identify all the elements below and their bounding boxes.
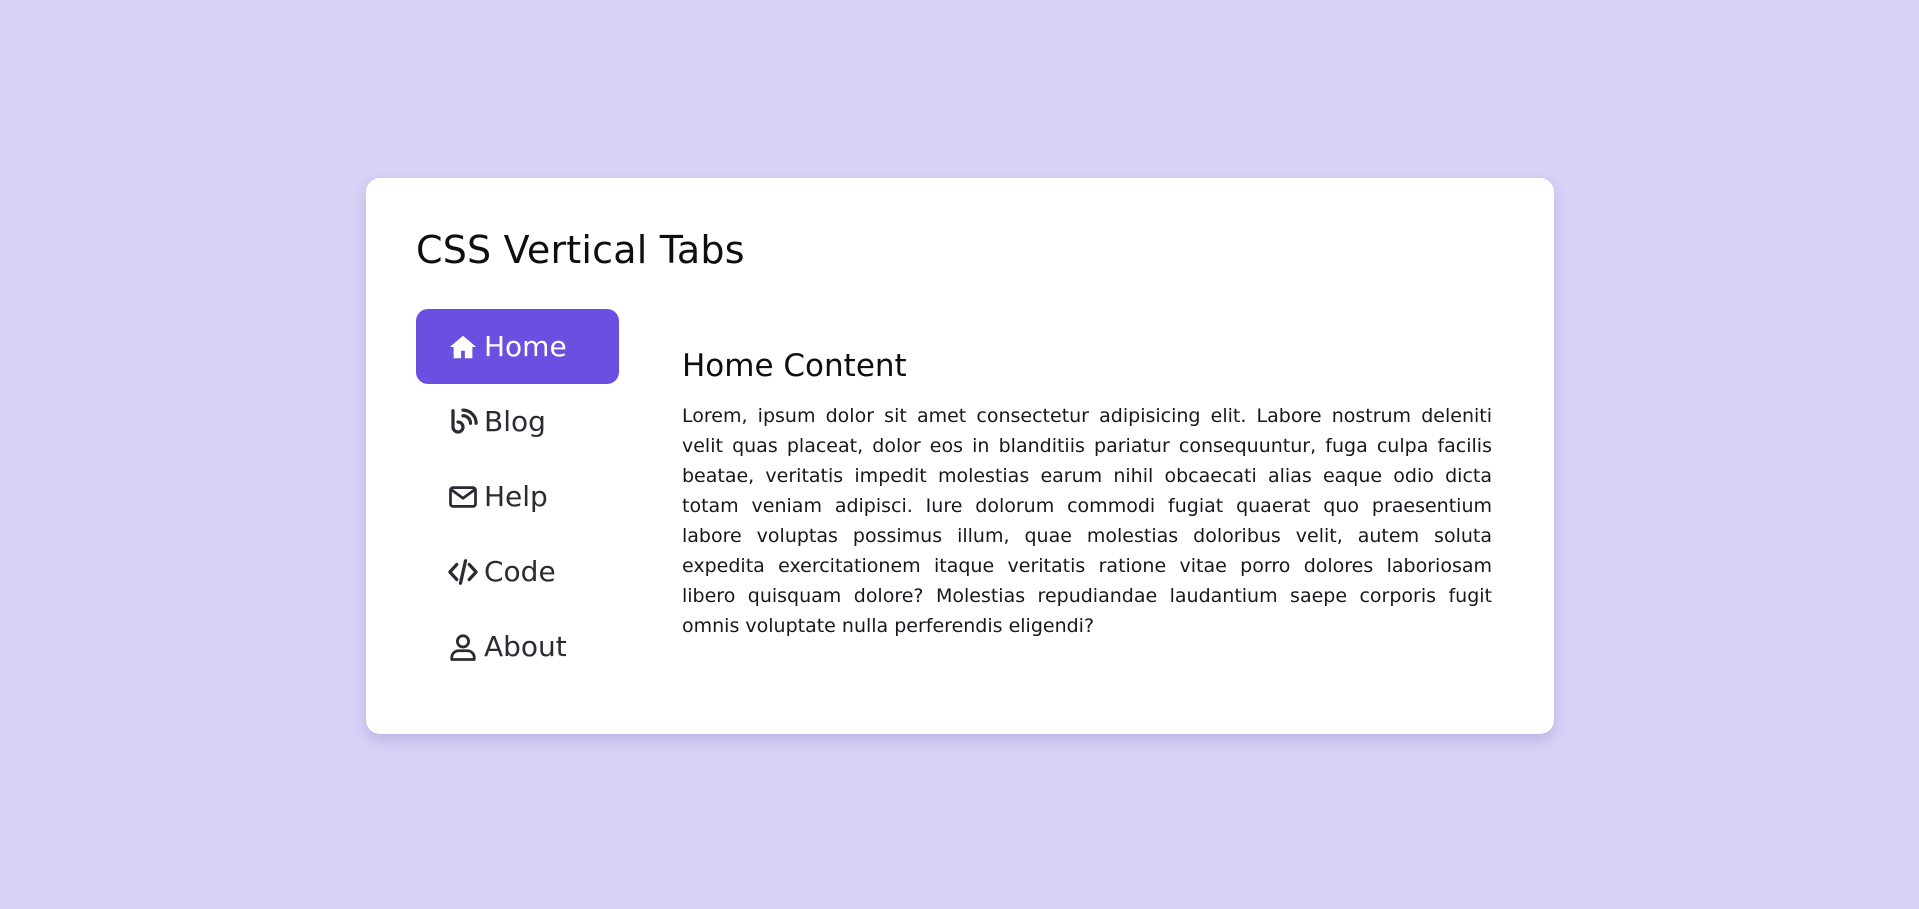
tab-content-panel: Home Content Lorem, ipsum dolor sit amet… — [682, 348, 1492, 641]
tab-label: About — [484, 629, 567, 663]
tab-help[interactable]: Help — [416, 459, 619, 534]
tab-label: Code — [484, 554, 556, 588]
tab-about[interactable]: About — [416, 609, 619, 684]
tab-label: Blog — [484, 404, 546, 438]
page-title: CSS Vertical Tabs — [416, 228, 745, 272]
code-icon — [446, 555, 480, 589]
tab-label: Help — [484, 479, 548, 513]
tab-code[interactable]: Code — [416, 534, 619, 609]
user-icon — [446, 630, 480, 664]
envelope-icon — [446, 480, 480, 514]
home-icon — [446, 330, 480, 364]
content-title: Home Content — [682, 348, 907, 384]
vertical-tab-list: Home Blog Help Code About — [416, 309, 619, 684]
tabs-card: CSS Vertical Tabs Home Blog Help Code Ab… — [366, 178, 1554, 734]
tab-blog[interactable]: Blog — [416, 384, 619, 459]
content-body: Lorem, ipsum dolor sit amet consectetur … — [682, 405, 1492, 638]
blog-icon — [446, 405, 480, 439]
tab-label: Home — [484, 329, 567, 363]
tab-home[interactable]: Home — [416, 309, 619, 384]
